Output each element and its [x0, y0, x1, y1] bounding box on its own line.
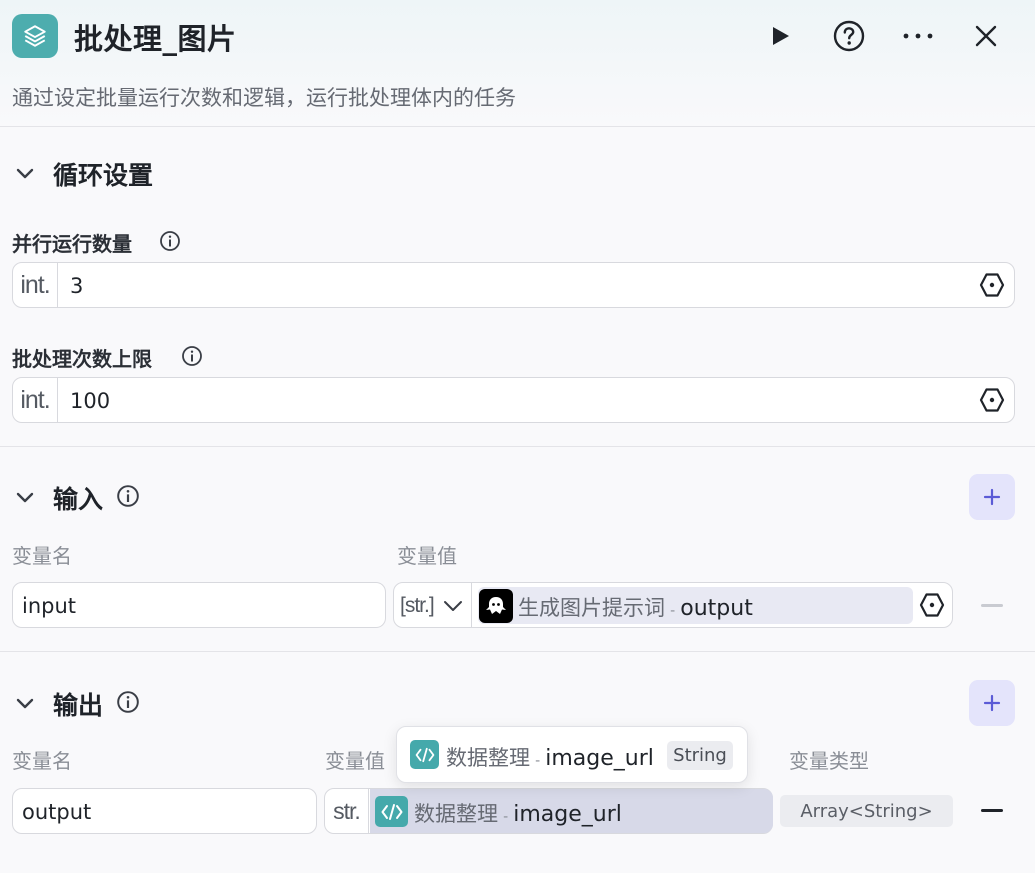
- node-title[interactable]: 批处理_图片: [74, 16, 237, 58]
- output-reference-chip[interactable]: 数据整理 - image_url: [370, 789, 773, 833]
- input-reference-chip[interactable]: 生成图片提示词 - output: [478, 587, 913, 624]
- max-batch-value[interactable]: 100: [70, 389, 110, 413]
- tooltip-type-badge: String: [667, 741, 733, 770]
- max-batch-label: 批处理次数上限: [12, 347, 152, 371]
- variable-hex-icon[interactable]: [978, 386, 1006, 414]
- node-header: 批处理_图片 通过设定批量运行次数和逻辑，运行批处理体内的任务: [0, 0, 1035, 127]
- section-divider: [0, 446, 1035, 447]
- output-var-value-field[interactable]: str. 数据整理 - image_url: [324, 788, 773, 834]
- output-col-value-header: 变量值: [325, 749, 385, 773]
- separator: -: [670, 603, 676, 619]
- input-col-value-header: 变量值: [397, 544, 457, 568]
- info-icon[interactable]: [181, 345, 203, 367]
- play-icon: [773, 27, 789, 45]
- input-var-name-value[interactable]: input: [22, 594, 76, 618]
- output-var-type-badge[interactable]: Array<String>: [780, 795, 953, 827]
- node-description: 通过设定批量运行次数和逻辑，运行批处理体内的任务: [12, 86, 516, 110]
- array-str-type-tag: [str.]: [400, 594, 435, 617]
- plus-icon: [983, 488, 1001, 506]
- max-batch-field[interactable]: int. 100: [12, 377, 1015, 423]
- variable-hex-icon[interactable]: [918, 591, 946, 619]
- help-icon: [833, 20, 865, 52]
- image-gen-node-icon: [479, 589, 513, 623]
- close-button[interactable]: [966, 16, 1006, 56]
- info-icon[interactable]: [116, 484, 140, 508]
- loop-settings-title: 循环设置: [53, 161, 154, 190]
- int-type-tag: int.: [13, 378, 58, 422]
- plus-icon: [983, 694, 1001, 712]
- separator: -: [535, 753, 541, 769]
- output-section-title: 输出: [53, 691, 104, 720]
- variable-hex-icon[interactable]: [978, 271, 1006, 299]
- add-input-button[interactable]: [969, 474, 1015, 520]
- collapse-loop-settings-icon[interactable]: [14, 162, 36, 184]
- str-type-tag: str.: [325, 789, 369, 833]
- parallel-count-value[interactable]: 3: [70, 274, 83, 298]
- more-icon: [903, 33, 933, 39]
- info-icon[interactable]: [116, 690, 140, 714]
- tooltip-reference-text: 数据整理 - image_url: [446, 742, 654, 772]
- tooltip-source-var: image_url: [545, 746, 654, 771]
- reference-tooltip: 数据整理 - image_url String: [396, 726, 748, 783]
- type-dropdown-chevron-icon[interactable]: [442, 595, 464, 617]
- int-type-tag: int.: [13, 263, 58, 307]
- field-separator: [471, 583, 472, 627]
- collapse-output-icon[interactable]: [14, 692, 36, 714]
- output-col-type-header: 变量类型: [789, 749, 869, 773]
- parallel-count-label: 并行运行数量: [12, 232, 132, 256]
- tooltip-source-node: 数据整理: [446, 746, 530, 770]
- remove-output-button[interactable]: [981, 809, 1003, 812]
- parallel-count-field[interactable]: int. 3: [12, 262, 1015, 308]
- input-var-name-field[interactable]: input: [12, 582, 386, 628]
- input-col-name-header: 变量名: [12, 544, 72, 568]
- source-var-name: image_url: [513, 802, 622, 827]
- code-node-icon: [410, 740, 439, 769]
- info-icon[interactable]: [159, 230, 181, 252]
- add-output-button[interactable]: [969, 680, 1015, 726]
- code-node-icon: [375, 796, 408, 827]
- output-var-name-field[interactable]: output: [12, 788, 317, 834]
- more-button[interactable]: [898, 16, 938, 56]
- source-var-name: output: [680, 596, 753, 621]
- source-node-name: 数据整理: [414, 802, 498, 826]
- input-section-title: 输入: [53, 485, 104, 514]
- output-col-name-header: 变量名: [12, 749, 72, 773]
- input-var-value-field[interactable]: [str.] 生成图片提示词 - output: [393, 582, 953, 628]
- input-reference-text: 生成图片提示词 - output: [518, 592, 753, 622]
- output-var-name-value[interactable]: output: [22, 800, 91, 824]
- collapse-input-icon[interactable]: [14, 486, 36, 508]
- layers-icon: [12, 14, 58, 58]
- close-icon: [975, 25, 997, 47]
- run-button[interactable]: [760, 16, 800, 56]
- separator: -: [503, 809, 509, 825]
- help-button[interactable]: [829, 16, 869, 56]
- remove-input-button[interactable]: [981, 604, 1003, 607]
- section-divider: [0, 651, 1035, 652]
- output-reference-text: 数据整理 - image_url: [414, 798, 622, 828]
- source-node-name: 生成图片提示词: [518, 596, 665, 620]
